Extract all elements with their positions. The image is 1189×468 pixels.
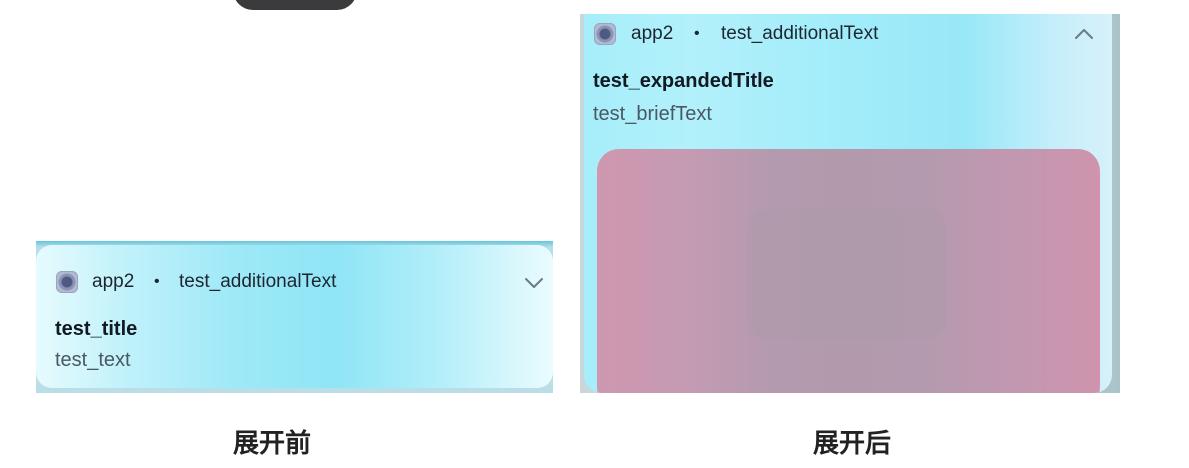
caption-before-expand: 展开前 [233,429,312,459]
picture-content [747,209,947,339]
comparison-canvas: app2 • test_additionalText test_title te… [0,0,1189,468]
additional-text: test_additionalText [179,271,337,292]
collapsed-notification-card[interactable]: app2 • test_additionalText test_title te… [36,245,553,388]
collapsed-notification-frame: app2 • test_additionalText test_title te… [36,241,553,393]
caption-after-expand: 展开后 [813,429,892,459]
chevron-up-icon[interactable] [1073,23,1095,45]
notification-text: test_text [55,349,131,371]
header-separator: • [154,273,160,290]
expanded-notification-card[interactable]: app2 • test_additionalText test_expanded… [584,14,1112,393]
additional-text: test_additionalText [721,23,879,44]
expanded-title: test_expandedTitle [593,70,774,92]
header-separator: • [694,25,700,42]
notification-title: test_title [55,318,138,340]
top-pill [233,0,357,10]
chevron-down-icon[interactable] [523,272,545,294]
app-name: app2 [631,23,674,44]
expanded-notification-frame: app2 • test_additionalText test_expanded… [580,14,1120,393]
brief-text: test_briefText [593,103,712,125]
app-name: app2 [92,271,135,292]
app-icon [594,23,616,45]
app-icon [56,271,78,293]
notification-picture [597,149,1100,393]
